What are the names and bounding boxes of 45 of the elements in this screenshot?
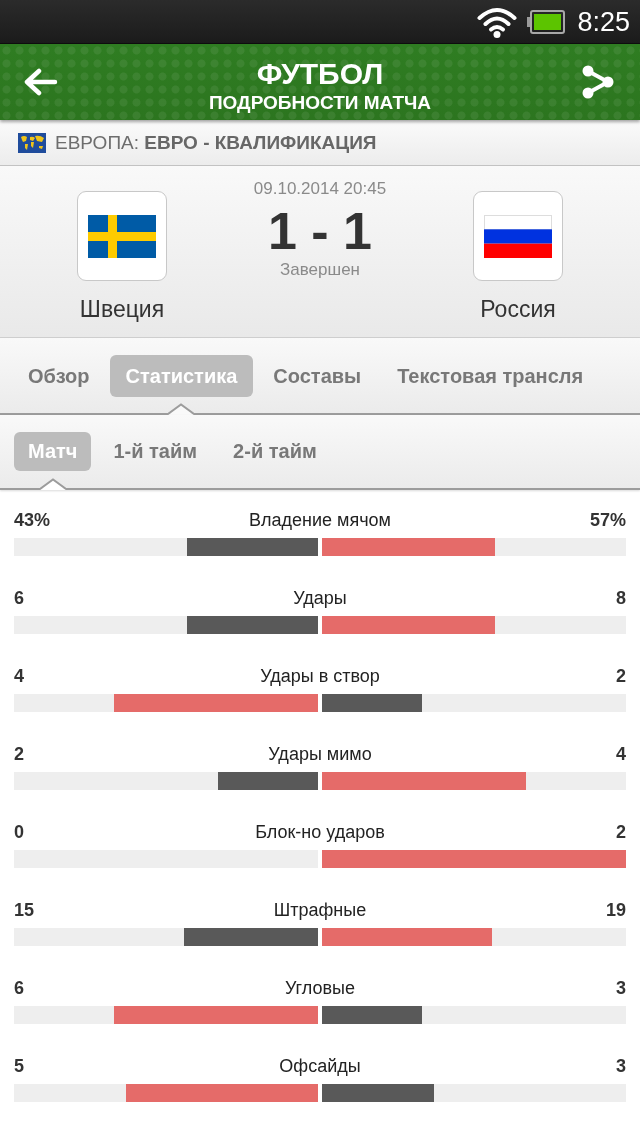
stat-label: Штрафные bbox=[273, 899, 367, 921]
stat-label: Удары bbox=[293, 587, 347, 609]
wifi-icon bbox=[477, 5, 518, 38]
stat-value: 2 bbox=[14, 743, 24, 765]
stat-label: Угловые bbox=[285, 977, 355, 999]
tab[interactable]: Составы bbox=[257, 355, 378, 397]
share-icon[interactable] bbox=[582, 65, 614, 99]
stat-value: 3 bbox=[616, 977, 626, 999]
stat-value: 2 bbox=[616, 821, 626, 843]
clock-time: 8:25 bbox=[577, 6, 630, 37]
stat-value: 15 bbox=[14, 899, 35, 921]
stat-value: 5 bbox=[14, 1055, 24, 1077]
stat-value: 4 bbox=[616, 743, 626, 765]
stat-label: Удары мимо bbox=[268, 743, 372, 765]
league-name: ЕВРОПА: ЕВРО - КВАЛИФИКАЦИЯ bbox=[55, 131, 377, 154]
stat-label: Владение мячом bbox=[249, 509, 391, 531]
stat-label: Офсайды bbox=[279, 1055, 361, 1077]
stat-value: 19 bbox=[605, 899, 626, 921]
stat-value: 4 bbox=[14, 665, 24, 687]
world-map-icon bbox=[18, 132, 46, 153]
stat-value: 6 bbox=[14, 977, 24, 999]
team-name: Швеция bbox=[79, 296, 165, 322]
stat-value: 6 bbox=[14, 587, 24, 609]
stat-value: 0 bbox=[14, 821, 24, 843]
match-score: 1 - 1 bbox=[267, 202, 373, 260]
match-date: 09.10.2014 20:45 bbox=[253, 179, 387, 199]
team-name: Россия bbox=[480, 296, 556, 322]
stat-value: 8 bbox=[616, 587, 626, 609]
flag-icon bbox=[473, 191, 563, 281]
tab[interactable]: Обзор bbox=[12, 355, 106, 397]
match-status: Завершен bbox=[280, 260, 360, 280]
tab[interactable]: 1-й тайм bbox=[99, 432, 212, 471]
back-arrow-icon[interactable] bbox=[24, 68, 58, 96]
header-title: ФУТБОЛ bbox=[256, 56, 384, 91]
tab[interactable]: Текстовая трансля bbox=[381, 355, 600, 397]
stat-value: 3 bbox=[616, 1055, 626, 1077]
stat-value: 43% bbox=[14, 509, 51, 531]
flag-icon bbox=[77, 191, 167, 281]
stat-label: Блок-но ударов bbox=[255, 821, 385, 843]
battery-icon bbox=[527, 9, 566, 34]
stat-value: 2 bbox=[616, 665, 626, 687]
stat-value: 57% bbox=[589, 509, 626, 531]
stat-label: Удары в створ bbox=[260, 665, 380, 687]
header-subtitle: ПОДРОБНОСТИ МАТЧА bbox=[208, 90, 432, 114]
tab[interactable]: 2-й тайм bbox=[219, 432, 331, 471]
